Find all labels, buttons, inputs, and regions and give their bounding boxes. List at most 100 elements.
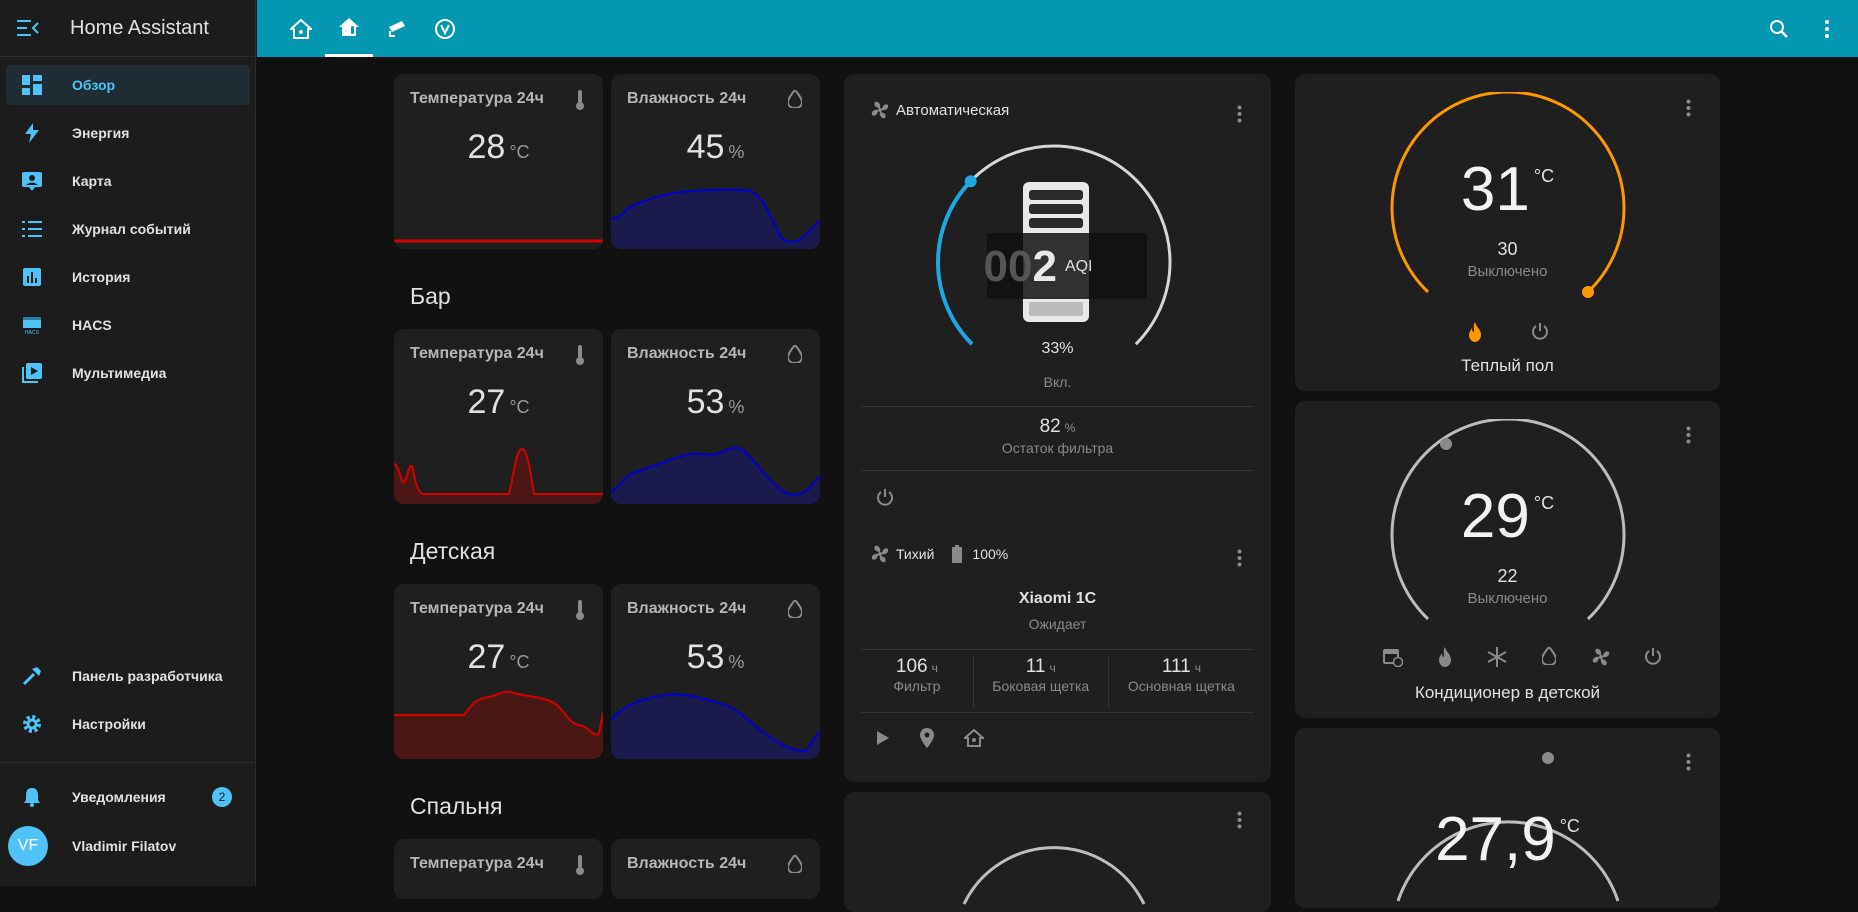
lightning-icon: [10, 123, 54, 143]
temperature-card[interactable]: Температура 24ч 27 °C: [394, 329, 603, 504]
sidebar-item-media[interactable]: Мультимедиа: [6, 353, 250, 393]
humidity-card[interactable]: Влажность 24ч 53%: [611, 329, 820, 504]
search-icon: [1770, 19, 1788, 38]
filter-unit: %: [1064, 421, 1076, 435]
humidity-card[interactable]: Влажность 24ч 53%: [611, 584, 820, 759]
sidebar-item-history[interactable]: История: [6, 257, 250, 297]
temp-unit: °C: [1559, 816, 1580, 836]
unit: °C: [509, 142, 530, 162]
temperature-card[interactable]: Температура 24ч: [394, 839, 603, 899]
stat-unit: ч: [931, 661, 938, 675]
purifier-vacuum-card: Автоматическая 00 2 AQI 33% Вкл. 82% Остат…: [844, 74, 1271, 782]
sidebar-item-developer-tools[interactable]: Панель разработчика: [6, 656, 250, 696]
fan-mode-label[interactable]: Тихий: [896, 546, 934, 562]
sidebar-item-energy[interactable]: Энергия: [6, 113, 250, 153]
mode-cool-button[interactable]: [1471, 647, 1523, 667]
card-more-button[interactable]: [1676, 96, 1700, 120]
mode-fan-button[interactable]: [1575, 647, 1627, 667]
sensor-value: 53%: [611, 638, 820, 677]
more-vertical-icon: [1237, 549, 1241, 567]
vacuum-locate-button[interactable]: [920, 728, 934, 753]
humidity-card[interactable]: Влажность 24ч 45%: [611, 74, 820, 249]
heat-mode-button[interactable]: [1467, 322, 1483, 347]
stat-label: Боковая щетка: [992, 678, 1090, 694]
sidebar-item-label: Энергия: [72, 125, 130, 141]
overflow-menu-button[interactable]: [1803, 0, 1851, 57]
battery-icon: [952, 545, 963, 563]
power-icon: [877, 489, 893, 506]
dial-knob[interactable]: [1582, 286, 1594, 298]
mode-dry-button[interactable]: [1523, 647, 1575, 667]
water-percent-icon: [786, 343, 804, 368]
tab-sensors[interactable]: [325, 0, 373, 57]
dial-knob[interactable]: [1440, 438, 1452, 450]
home-thermometer-icon: [339, 18, 359, 36]
dial-knob[interactable]: [1542, 752, 1554, 764]
sidebar-item-hacs[interactable]: HACS HACS: [6, 305, 250, 345]
tab-vacuum[interactable]: [421, 0, 469, 57]
aqi-value: 2: [1032, 242, 1057, 291]
temperature-graph: [394, 447, 603, 504]
unit: %: [728, 142, 745, 162]
sidebar-item-user[interactable]: VF Vladimir Filatov: [6, 825, 250, 867]
vacuum-icon: [435, 18, 455, 39]
tab-cctv[interactable]: [373, 0, 421, 57]
card-more-button[interactable]: [1676, 423, 1700, 447]
user-name: Vladimir Filatov: [72, 838, 177, 854]
card-more-button[interactable]: [1227, 808, 1251, 832]
thermometer-icon: [575, 600, 585, 625]
sensor-name: Температура 24ч: [410, 345, 544, 362]
temp-value: 27,9: [1435, 805, 1556, 874]
mode-schedule-button[interactable]: [1367, 647, 1419, 667]
sidebar-item-overview[interactable]: Обзор: [6, 65, 250, 105]
purifier-more-button[interactable]: [1227, 102, 1251, 126]
target-temperature: 22: [1497, 566, 1518, 586]
temp-value: 29: [1460, 482, 1530, 551]
mode-heat-button[interactable]: [1419, 647, 1471, 667]
humidity-card[interactable]: Влажность 24ч: [611, 839, 820, 899]
sidebar-item-label: Мультимедиа: [72, 365, 167, 381]
sidebar-item-notifications[interactable]: Уведомления 2: [6, 777, 250, 817]
more-vertical-icon: [1237, 105, 1241, 123]
stat-value: 111: [1161, 656, 1191, 677]
tab-home[interactable]: [277, 0, 325, 57]
power-icon: [1532, 323, 1548, 340]
vacuum-more-button[interactable]: [1227, 546, 1251, 570]
media-icon: [10, 363, 54, 383]
card-more-button[interactable]: [1676, 750, 1700, 774]
vacuum-dock-button[interactable]: [962, 728, 986, 752]
vacuum-start-button[interactable]: [876, 730, 890, 751]
menu-toggle-icon[interactable]: [0, 19, 56, 37]
unit: °C: [509, 652, 530, 672]
sidebar-divider: [0, 762, 256, 763]
unit: %: [728, 652, 745, 672]
gear-icon: [10, 714, 54, 734]
stat-unit: ч: [1049, 661, 1056, 675]
hammer-icon: [10, 666, 54, 686]
dial-knob[interactable]: [964, 175, 977, 188]
more-vertical-icon: [1686, 753, 1690, 771]
sensor-value: 53%: [611, 383, 820, 422]
purifier-mode[interactable]: Автоматическая: [870, 100, 1009, 120]
list-icon: [10, 221, 54, 237]
temperature-card[interactable]: Температура 24ч 27 °C: [394, 584, 603, 759]
thermostat-dial[interactable]: [934, 814, 1174, 912]
battery-level: 100%: [972, 546, 1009, 562]
room-title: Спальня: [410, 793, 503, 819]
top-toolbar: [257, 0, 1858, 57]
sensor-name: Температура 24ч: [410, 600, 544, 617]
sidebar-item-map[interactable]: Карта: [6, 161, 250, 201]
sensor-value: 27 °C: [394, 638, 603, 677]
vacuum-status: Ожидает: [1028, 616, 1087, 632]
purifier-power-button[interactable]: [876, 488, 894, 511]
mode-off-button[interactable]: [1627, 647, 1679, 667]
search-button[interactable]: [1755, 0, 1803, 57]
fire-icon: [1469, 322, 1481, 342]
sensor-value: 45%: [611, 128, 820, 167]
sidebar-item-logbook[interactable]: Журнал событий: [6, 209, 250, 249]
stat-side-brush: 11 ч Боковая щетка: [974, 656, 1109, 708]
sidebar-item-settings[interactable]: Настройки: [6, 704, 250, 744]
temperature-card[interactable]: Температура 24ч 28 °C: [394, 74, 603, 249]
map-icon: [10, 171, 54, 191]
off-mode-button[interactable]: [1531, 322, 1549, 345]
